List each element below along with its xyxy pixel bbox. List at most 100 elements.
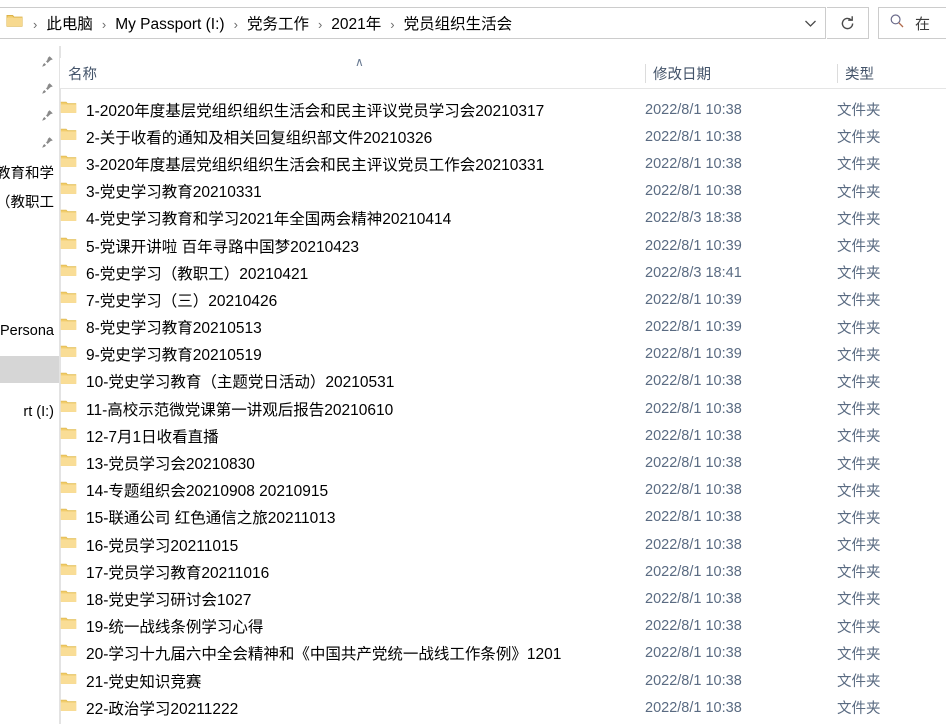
file-name-cell[interactable]: 22-政治学习20211222	[60, 697, 238, 719]
breadcrumb-item-1[interactable]: My Passport (I:)	[112, 14, 227, 35]
navigation-pane[interactable]: 期教育和学习（教职工 Persona rt (I:)	[0, 46, 60, 724]
file-name-label: 15-联通公司 红色通信之旅20211013	[86, 510, 336, 528]
file-name-label: 7-党史学习（三）20210426	[86, 292, 278, 310]
file-list-row[interactable]: 19-统一战线条例学习心得 2022/8/1 10:38 文件夹	[60, 613, 946, 640]
nav-pane-item-5[interactable]: 习（教职工	[0, 188, 59, 215]
file-list-row[interactable]: 1-2020年度基层党组织组织生活会和民主评议党员学习会20210317 2022…	[60, 96, 946, 123]
nav-pane-item-3[interactable]	[0, 132, 59, 159]
file-list-row[interactable]: 3-党史学习教育20210331 2022/8/1 10:38 文件夹	[60, 178, 946, 205]
column-resize-handle[interactable]	[837, 64, 838, 83]
file-name-cell[interactable]: 3-2020年度基层党组织组织生活会和民主评议党员工作会20210331	[60, 153, 544, 175]
file-list-row[interactable]: 14-专题组织会20210908 20210915 2022/8/1 10:38 文…	[60, 477, 946, 504]
file-name-cell[interactable]: 7-党史学习（三）20210426	[60, 289, 277, 311]
file-date-modified: 2022/8/1 10:38	[645, 427, 742, 444]
nav-pane-item-8[interactable]: rt (I:)	[0, 398, 59, 425]
breadcrumb-separator[interactable]: ›	[312, 17, 328, 32]
file-list-row[interactable]: 10-党史学习教育（主题党日活动）20210531 2022/8/1 10:38 文…	[60, 368, 946, 395]
breadcrumb-item-3[interactable]: 2021年	[328, 14, 384, 35]
folder-icon	[60, 535, 77, 555]
file-name-cell[interactable]: 17-党员学习教育20211016	[60, 561, 269, 583]
breadcrumb-item-4[interactable]: 党员组织生活会	[401, 14, 516, 35]
file-list-row[interactable]: 9-党史学习教育20210519 2022/8/1 10:39 文件夹	[60, 341, 946, 368]
file-list-row[interactable]: 4-党史学习教育和学习2021年全国两会精神20210414 2022/8/3 1…	[60, 205, 946, 232]
breadcrumb-separator[interactable]: ›	[228, 17, 244, 32]
file-name-cell[interactable]: 16-党员学习20211015	[60, 534, 238, 556]
column-header-0[interactable]: 名称	[60, 58, 645, 89]
file-date-modified: 2022/8/3 18:38	[645, 210, 742, 227]
file-list-row[interactable]: 17-党员学习教育20211016 2022/8/1 10:38 文件夹	[60, 558, 946, 585]
breadcrumb[interactable]: › 此电脑 › My Passport (I:) › 党务工作 › 2021年 › 党员组织生活会	[0, 7, 826, 39]
file-name-cell[interactable]: 8-党史学习教育20210513	[60, 316, 262, 338]
file-type: 文件夹	[837, 130, 881, 147]
file-name-cell[interactable]: 19-统一战线条例学习心得	[60, 615, 263, 637]
file-date-modified: 2022/8/3 18:41	[645, 264, 742, 281]
file-date-modified: 2022/8/1 10:38	[645, 509, 742, 526]
file-name-cell[interactable]: 9-党史学习教育20210519	[60, 343, 262, 365]
file-name-cell[interactable]: 11-高校示范微党课第一讲观后报告20210610	[60, 398, 393, 420]
file-list-row[interactable]: 6-党史学习（教职工）20210421 2022/8/3 18:41 文件夹	[60, 259, 946, 286]
file-list-row[interactable]: 18-党史学习研讨会1027 2022/8/1 10:38 文件夹	[60, 585, 946, 612]
file-list-row[interactable]: 16-党员学习20211015 2022/8/1 10:38 文件夹	[60, 531, 946, 558]
file-name-cell[interactable]: 4-党史学习教育和学习2021年全国两会精神20210414	[60, 207, 451, 229]
file-name-cell[interactable]: 12-7月1日收看直播	[60, 425, 219, 447]
file-list-row[interactable]: 11-高校示范微党课第一讲观后报告20210610 2022/8/1 10:38 文…	[60, 395, 946, 422]
file-name-cell[interactable]: 18-党史学习研讨会1027	[60, 588, 251, 610]
file-name-label: 4-党史学习教育和学习2021年全国两会精神20210414	[86, 211, 452, 229]
breadcrumb-separator[interactable]: ›	[96, 17, 112, 32]
file-name-cell[interactable]: 1-2020年度基层党组织组织生活会和民主评议党员学习会20210317	[60, 99, 544, 121]
file-name-cell[interactable]: 13-党员学习会20210830	[60, 452, 255, 474]
file-list-row[interactable]: 7-党史学习（三）20210426 2022/8/1 10:39 文件夹	[60, 286, 946, 313]
file-name-label: 3-党史学习教育20210331	[86, 184, 262, 202]
file-name-cell[interactable]: 14-专题组织会20210908 20210915	[60, 479, 328, 501]
file-list[interactable]: 1-2020年度基层党组织组织生活会和民主评议党员学习会20210317 2022…	[60, 96, 946, 724]
nav-pane-item-7[interactable]	[0, 356, 59, 383]
file-type: 文件夹	[837, 456, 881, 473]
pin-icon[interactable]	[40, 136, 54, 155]
nav-pane-item-label: 期教育和学	[0, 166, 54, 182]
file-list-row[interactable]: 13-党员学习会20210830 2022/8/1 10:38 文件夹	[60, 449, 946, 476]
file-list-row[interactable]: 8-党史学习教育20210513 2022/8/1 10:39 文件夹	[60, 314, 946, 341]
column-header-2[interactable]: 类型	[837, 58, 946, 89]
file-name-cell[interactable]: 6-党史学习（教职工）20210421	[60, 262, 308, 284]
breadcrumb-separator[interactable]: ›	[384, 17, 400, 32]
pin-icon[interactable]	[40, 55, 54, 74]
breadcrumb-item-0[interactable]: 此电脑	[43, 14, 96, 35]
file-list-row[interactable]: 15-联通公司 红色通信之旅20211013 2022/8/1 10:38 文件夹	[60, 504, 946, 531]
file-list-row[interactable]: 21-党史知识竞赛 2022/8/1 10:38 文件夹	[60, 667, 946, 694]
column-header-1[interactable]: 修改日期	[645, 58, 837, 89]
file-name-label: 1-2020年度基层党组织组织生活会和民主评议党员学习会20210317	[86, 102, 545, 120]
file-date-modified: 2022/8/1 10:39	[645, 291, 742, 308]
breadcrumb-item-2[interactable]: 党务工作	[244, 14, 312, 35]
file-name-cell[interactable]: 10-党史学习教育（主题党日活动）20210531	[60, 370, 394, 392]
pin-icon[interactable]	[40, 82, 54, 101]
nav-pane-item-1[interactable]	[0, 78, 59, 105]
file-list-row[interactable]: 3-2020年度基层党组织组织生活会和民主评议党员工作会20210331 2022…	[60, 150, 946, 177]
pin-icon[interactable]	[40, 109, 54, 128]
file-name-cell[interactable]: 21-党史知识竞赛	[60, 670, 201, 692]
nav-pane-item-6[interactable]: Persona	[0, 317, 59, 344]
file-list-row[interactable]: 5-党课开讲啦 百年寻路中国梦20210423 2022/8/1 10:39 文件夹	[60, 232, 946, 259]
file-list-row[interactable]: 20-学习十九届六中全会精神和《中国共产党统一战线工作条例》1201 2022/8…	[60, 640, 946, 667]
file-name-cell[interactable]: 15-联通公司 红色通信之旅20211013	[60, 506, 336, 528]
breadcrumb-separator[interactable]: ›	[27, 17, 43, 32]
file-list-row[interactable]: 22-政治学习20211222 2022/8/1 10:38 文件夹	[60, 694, 946, 721]
file-name-cell[interactable]: 5-党课开讲啦 百年寻路中国梦20210423	[60, 235, 359, 257]
file-name-cell[interactable]: 3-党史学习教育20210331	[60, 180, 262, 202]
file-list-row[interactable]: 2-关于收看的通知及相关回复组织部文件20210326 2022/8/1 10:3…	[60, 123, 946, 150]
file-list-row[interactable]: 12-7月1日收看直播 2022/8/1 10:38 文件夹	[60, 422, 946, 449]
folder-icon	[60, 100, 77, 120]
column-resize-handle[interactable]	[645, 64, 646, 83]
file-type: 文件夹	[837, 538, 881, 555]
nav-pane-item-2[interactable]	[0, 105, 59, 132]
file-type: 文件夹	[837, 374, 881, 391]
chevron-down-icon[interactable]	[797, 10, 823, 36]
file-type: 文件夹	[837, 347, 881, 364]
nav-pane-item-4[interactable]: 期教育和学	[0, 159, 59, 186]
search-input[interactable]: 在	[878, 7, 946, 39]
file-type: 文件夹	[837, 239, 881, 256]
file-name-cell[interactable]: 20-学习十九届六中全会精神和《中国共产党统一战线工作条例》1201	[60, 642, 561, 664]
refresh-button[interactable]	[827, 7, 869, 39]
file-type: 文件夹	[837, 510, 881, 527]
file-name-cell[interactable]: 2-关于收看的通知及相关回复组织部文件20210326	[60, 126, 432, 148]
nav-pane-item-0[interactable]	[0, 51, 59, 78]
